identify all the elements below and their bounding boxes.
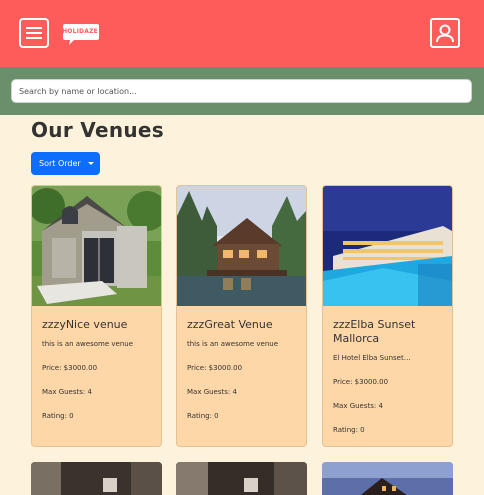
venue-name: zzzyNice venue [42, 318, 128, 331]
venue-description: this is an awesome venue [187, 340, 278, 348]
venue-image [177, 186, 306, 306]
venue-image [176, 462, 307, 495]
sort-order-label: Sort Order [39, 159, 81, 168]
venue-card[interactable]: zzzyNice venue this is an awesome venue … [31, 185, 162, 447]
logo-text: HOLIDAZE [62, 28, 98, 35]
sort-order-button[interactable]: Sort Order [31, 152, 100, 175]
venue-name: zzzGreat Venue [187, 318, 273, 331]
venue-card-partial[interactable] [176, 462, 307, 495]
venue-price: Price: $3000.00 [187, 364, 243, 372]
venue-price: Price: $3000.00 [42, 364, 98, 372]
venue-image [31, 462, 162, 495]
venue-card-partial[interactable] [322, 462, 453, 495]
venue-image [32, 186, 161, 306]
venue-description: this is an awesome venue [42, 340, 133, 348]
search-input[interactable] [11, 79, 472, 103]
search-bar [0, 67, 484, 115]
venue-rating: Rating: 0 [187, 412, 219, 420]
user-profile-icon[interactable] [430, 18, 460, 48]
top-navbar: HOLIDAZE [0, 0, 484, 67]
venue-rating: Rating: 0 [42, 412, 74, 420]
hamburger-menu-icon[interactable] [19, 18, 49, 48]
venue-max-guests: Max Guests: 4 [333, 402, 383, 410]
venue-card[interactable]: zzzElba Sunset Mallorca El Hotel Elba Su… [322, 185, 453, 447]
caret-down-icon [88, 162, 94, 165]
venue-max-guests: Max Guests: 4 [187, 388, 237, 396]
holidaze-logo[interactable]: HOLIDAZE [62, 22, 100, 46]
menu-bar [26, 27, 42, 29]
venue-max-guests: Max Guests: 4 [42, 388, 92, 396]
menu-bar [26, 37, 42, 39]
venue-price: Price: $3000.00 [333, 378, 389, 386]
venue-rating: Rating: 0 [333, 426, 365, 434]
venue-card-partial[interactable] [31, 462, 162, 495]
menu-bar [26, 32, 42, 34]
venue-image [323, 186, 452, 306]
venue-name: zzzElba Sunset Mallorca [333, 318, 416, 345]
venue-description: El Hotel Elba Sunset… [333, 354, 411, 362]
page-title: Our Venues [31, 118, 164, 142]
venue-image [322, 462, 453, 495]
venue-card[interactable]: zzzGreat Venue this is an awesome venue … [176, 185, 307, 447]
